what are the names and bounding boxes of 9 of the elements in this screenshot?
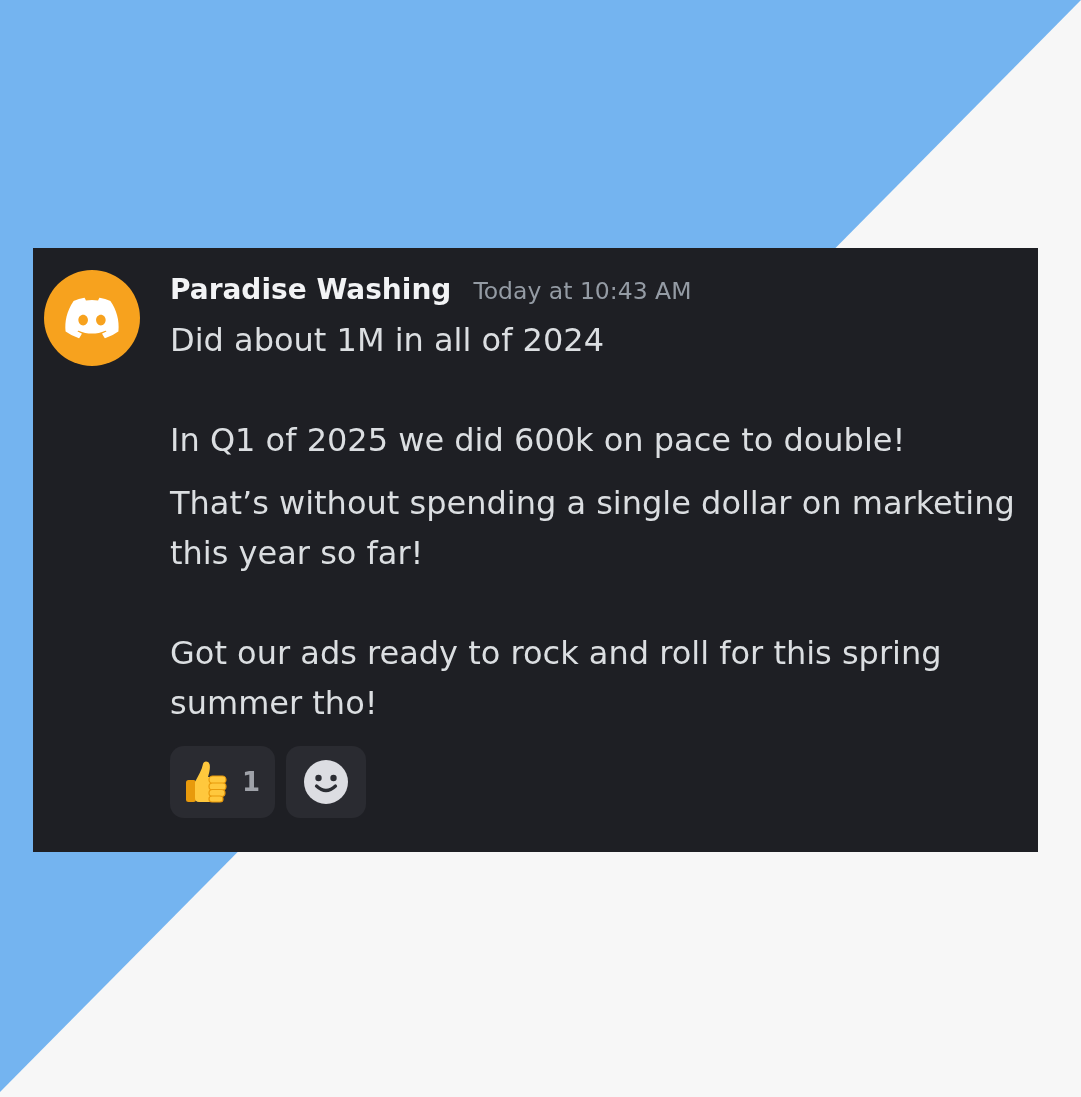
smiley-face-icon xyxy=(304,760,348,804)
message-text: In Q1 of 2025 we did 600k on pace to double! xyxy=(170,420,907,461)
message-timestamp: Today at 10:43 AM xyxy=(473,276,692,307)
author-name[interactable]: Paradise Washing xyxy=(170,270,452,310)
message-text: Got our ads ready to rock and roll for this spring summer tho! xyxy=(170,633,943,724)
message-text: Did about 1M in all of 2024 xyxy=(170,320,605,361)
message-text: That’s without spending a single dollar on marketing this year so far! xyxy=(170,483,1016,574)
add-reaction-button[interactable] xyxy=(286,746,366,818)
reaction-button[interactable]: 1 xyxy=(170,746,275,818)
